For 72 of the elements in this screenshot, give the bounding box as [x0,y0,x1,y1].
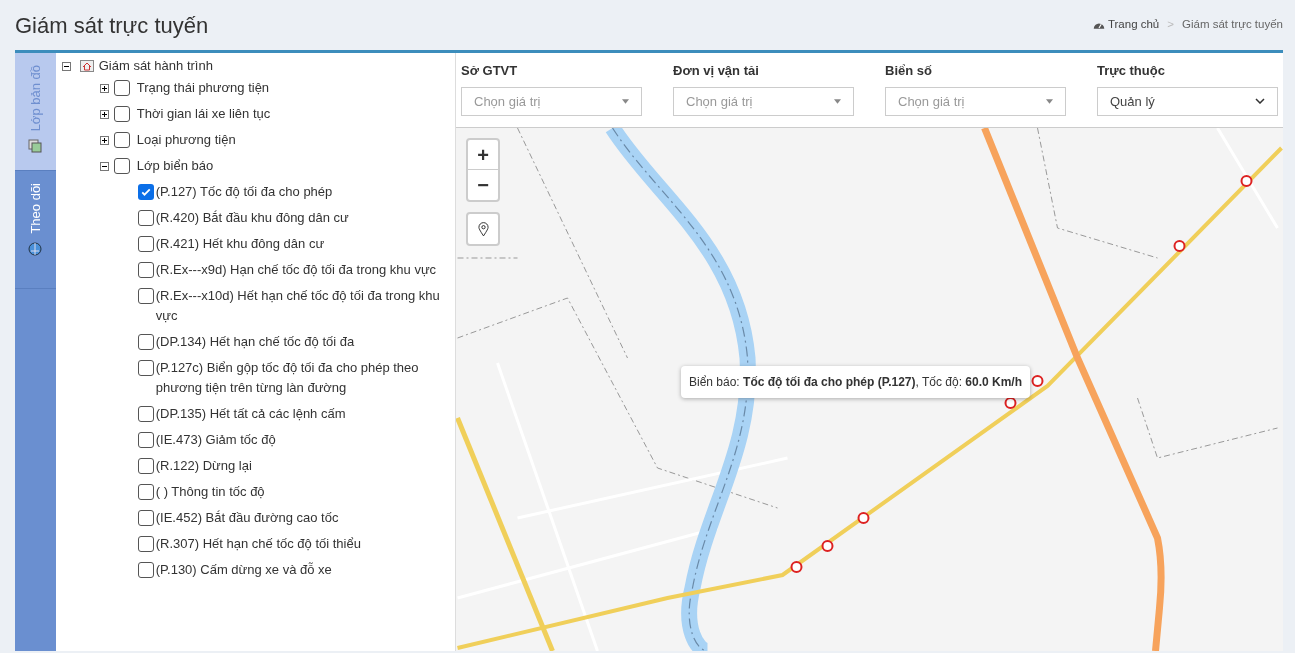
speed-sign-marker[interactable] [1240,175,1253,187]
sign-label[interactable]: (R.Ex---x9d) Hạn chế tốc độ tối đa trong khu vực [155,260,437,280]
sign-label[interactable]: (R.122) Dừng lại [155,456,252,476]
speed-sign-marker[interactable] [1031,375,1044,387]
checkbox[interactable] [137,236,154,252]
checkbox[interactable] [137,510,154,526]
filter-label: Sở GTVT [461,62,519,80]
chevron-down-icon [1255,98,1265,105]
checkbox[interactable] [137,562,154,578]
filter-select[interactable]: Quản lý [1097,86,1278,116]
collapse-icon[interactable] [99,161,109,171]
sign-label[interactable]: ( ) Thông tin tốc độ [155,482,265,502]
breadcrumb-separator: > [1167,17,1174,33]
sign-popup: Biển báo: Tốc độ tối đa cho phép (P.127), Tốc độ: 60.0 Km/h [681,366,1031,398]
filter-label: Biển số [885,62,933,80]
checkbox[interactable] [137,536,154,552]
checkbox[interactable] [113,132,130,148]
breadcrumb-current: Giám sát trực tuyến [1182,17,1283,33]
checkbox[interactable] [113,80,130,96]
page-title: Giám sát trực tuyến [15,11,209,40]
tree-root-label[interactable]: Giám sát hành trình [98,56,213,76]
caret-icon [834,98,841,104]
filter-label: Đơn vị vận tải [673,62,760,80]
caret-icon [622,98,629,104]
tree-node-label[interactable]: Loại phương tiện [136,130,236,150]
sign-label[interactable]: (DP.135) Hết tất cả các lệnh cấm [155,404,346,424]
checkmark-icon [139,186,152,198]
map-pin-icon [477,221,489,237]
map[interactable]: + − Biển báo: Tốc độ tối đa cho phép (P.127), Tốc độ: 60.0 Km/h [456,128,1283,651]
expand-icon[interactable] [99,135,109,145]
sign-label[interactable]: (R.420) Bắt đầu khu đông dân cư [155,208,349,228]
home-icon [79,60,94,72]
sign-label[interactable]: (P.130) Cấm dừng xe và đỗ xe [155,560,332,580]
sign-label[interactable]: (IE.473) Giảm tốc độ [155,430,276,450]
caret-icon [1046,98,1053,104]
sign-label[interactable]: (R.421) Hết khu đông dân cư [155,234,325,254]
tree-node-label[interactable]: Lớp biển báo [136,156,214,176]
checkbox[interactable] [137,210,154,226]
checkbox[interactable] [137,262,154,278]
sign-label[interactable]: (P.127) Tốc độ tối đa cho phép [155,182,333,202]
sign-label[interactable]: (R.307) Hết hạn chế tốc độ tối thiểu [155,534,361,554]
expand-icon[interactable] [99,83,109,93]
checkbox[interactable] [137,484,154,500]
globe-icon [28,241,43,256]
checkbox[interactable] [137,458,154,474]
checkbox[interactable] [137,184,154,200]
checkbox[interactable] [137,432,154,448]
layers-icon [28,139,43,154]
speed-sign-marker[interactable] [857,512,870,524]
checkbox[interactable] [113,106,130,122]
sign-label[interactable]: (R.Ex---x10d) Hết hạn chế tốc độ tối đa trong khu vực [155,286,449,326]
zoom-in-button[interactable]: + [468,140,498,170]
expand-icon[interactable] [99,109,109,119]
checkbox[interactable] [137,360,154,376]
speed-sign-marker[interactable] [1173,240,1186,252]
checkbox[interactable] [113,158,130,174]
filter-label: Trực thuộc [1097,62,1166,80]
speed-sign-marker[interactable] [821,540,834,552]
home-link[interactable]: Trang chủ [1092,16,1160,34]
sign-label[interactable]: (IE.452) Bắt đầu đường cao tốc [155,508,339,528]
speed-sign-marker[interactable] [1004,397,1017,409]
locate-button[interactable] [466,212,500,246]
zoom-out-button[interactable]: − [468,170,498,200]
collapse-icon[interactable] [61,61,71,71]
checkbox[interactable] [137,334,154,350]
tree-node-label[interactable]: Trạng thái phương tiện [136,78,270,98]
sign-label[interactable]: (DP.134) Hết hạn chế tốc độ tối đa [155,332,355,352]
checkbox[interactable] [137,288,154,304]
speed-sign-marker[interactable] [790,561,803,573]
checkbox[interactable] [137,406,154,422]
tree-node-label[interactable]: Thời gian lái xe liên tục [136,104,271,124]
sign-label[interactable]: (P.127c) Biển gộp tốc độ tối đa cho phép theo phương tiện trên từng làn đường [155,358,449,398]
